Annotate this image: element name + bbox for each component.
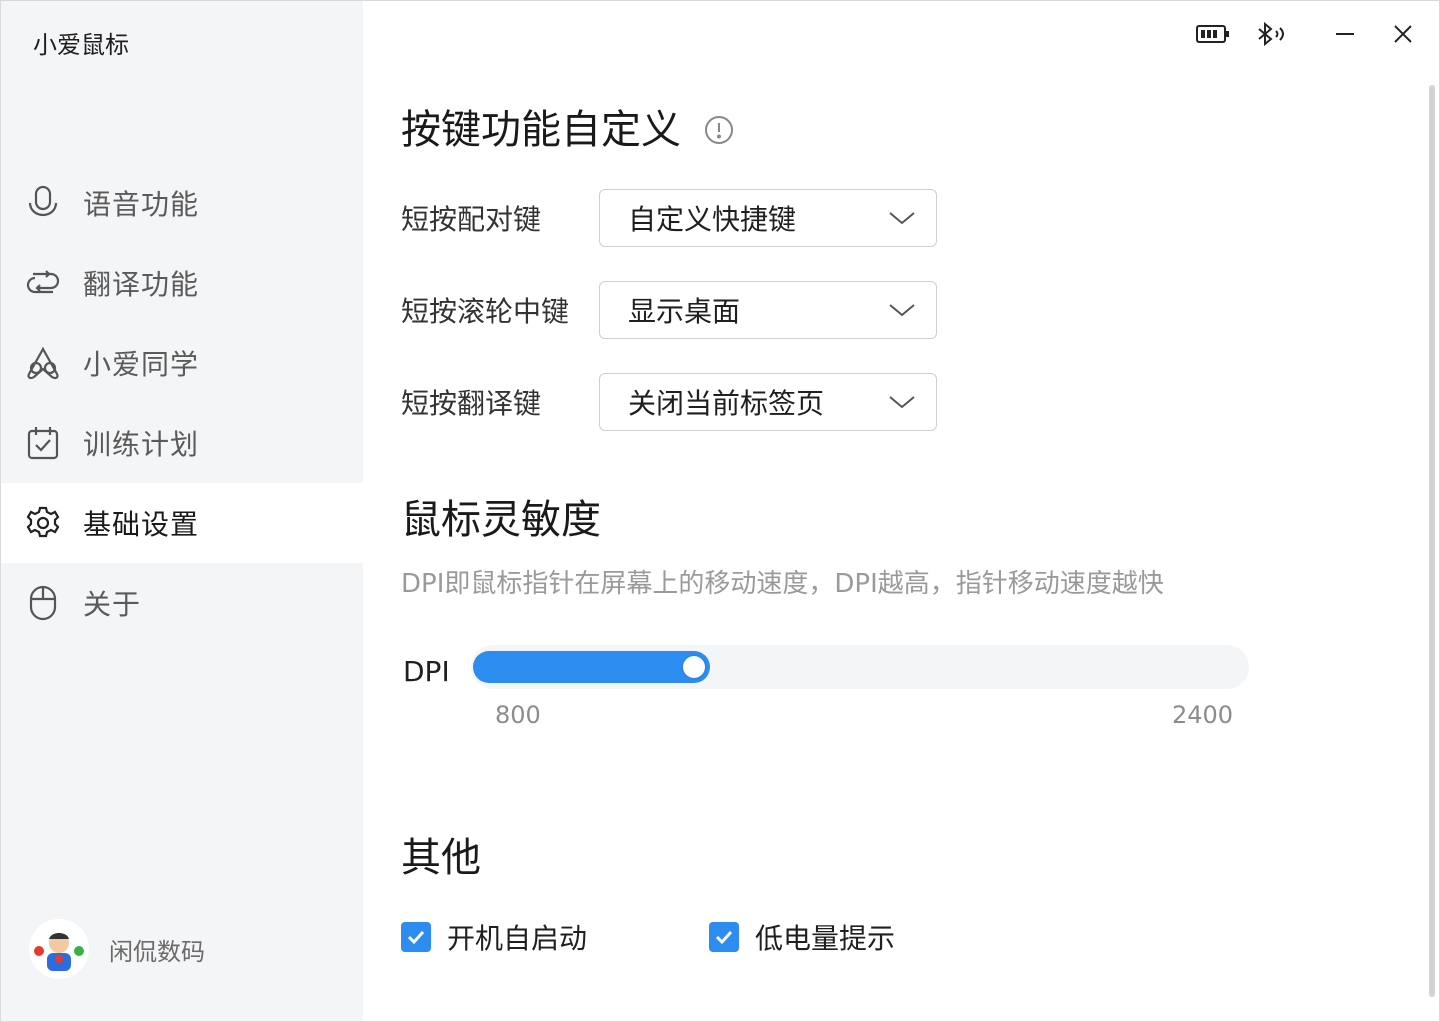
sidebar-item-settings[interactable]: 基础设置 [1, 483, 363, 563]
checkbox-checked-icon[interactable] [401, 922, 431, 952]
dpi-label: DPI [403, 655, 450, 688]
row-label: 短按滚轮中键 [401, 295, 570, 328]
wheel-key-select[interactable]: 显示桌面 [599, 281, 937, 339]
sensitivity-section-title: 鼠标灵敏度 [401, 497, 601, 543]
chevron-down-icon [889, 212, 915, 225]
checkbox-label: 开机自启动 [447, 922, 588, 955]
sidebar-item-about[interactable]: 关于 [1, 563, 363, 643]
avatar[interactable] [29, 919, 89, 979]
button-customize-section: 按键功能自定义 [401, 97, 734, 155]
setting-row-pair-key: 短按配对键 自定义快捷键 [401, 189, 937, 247]
select-value: 显示桌面 [628, 295, 741, 328]
chevron-down-icon [889, 396, 915, 409]
user-profile[interactable]: 闲侃数码 [29, 919, 205, 979]
xiaoai-icon [25, 345, 61, 381]
checkbox-checked-icon[interactable] [709, 922, 740, 952]
setting-row-wheel-key: 短按滚轮中键 显示桌面 [401, 281, 937, 339]
dpi-slider-fill [473, 651, 710, 683]
other-options: 开机自启动 低电量提示 [401, 917, 1017, 957]
app-title: 小爱鼠标 [33, 31, 129, 59]
checkbox-label: 低电量提示 [755, 922, 896, 955]
sidebar-item-label: 关于 [83, 588, 142, 621]
low-battery-checkbox[interactable]: 低电量提示 [709, 917, 895, 957]
sidebar-item-translate[interactable]: 翻译功能 [1, 243, 363, 323]
pair-key-select[interactable]: 自定义快捷键 [599, 189, 937, 247]
sidebar-item-voice[interactable]: 语音功能 [1, 163, 363, 243]
sidebar-item-label: 小爱同学 [83, 348, 200, 381]
select-value: 自定义快捷键 [628, 203, 797, 236]
translate-loop-icon [25, 265, 61, 301]
setting-row-translate-key: 短按翻译键 关闭当前标签页 [401, 373, 937, 431]
dpi-max-label: 2400 [1172, 701, 1234, 729]
settings-panel: 按键功能自定义 短按配对键 自定义快捷键 短按滚轮中键 显示桌面 短按翻译键 关… [401, 1, 1439, 1021]
chevron-down-icon [889, 304, 915, 317]
sidebar-item-label: 训练计划 [83, 428, 200, 461]
info-icon[interactable] [704, 109, 734, 155]
section-title: 按键功能自定义 [401, 107, 681, 153]
sidebar-item-label: 语音功能 [83, 188, 200, 221]
scrollbar[interactable] [1429, 85, 1435, 997]
translate-key-select[interactable]: 关闭当前标签页 [599, 373, 937, 431]
sidebar: 小爱鼠标 语音功能 翻译功能 小爱同学 训练计划 基础设置 关于 闲侃数码 [1, 1, 363, 1021]
other-section-title: 其他 [401, 835, 481, 881]
row-label: 短按翻译键 [401, 387, 542, 420]
gear-icon [25, 505, 61, 541]
sidebar-item-xiaoai[interactable]: 小爱同学 [1, 323, 363, 403]
app-window: 小爱鼠标 语音功能 翻译功能 小爱同学 训练计划 基础设置 关于 闲侃数码 按键… [0, 0, 1440, 1022]
sidebar-nav: 语音功能 翻译功能 小爱同学 训练计划 基础设置 关于 [1, 163, 363, 643]
select-value: 关闭当前标签页 [628, 387, 825, 420]
mouse-icon [25, 585, 61, 621]
calendar-check-icon [25, 425, 61, 461]
microphone-icon [25, 185, 61, 221]
sidebar-item-training[interactable]: 训练计划 [1, 403, 363, 483]
row-label: 短按配对键 [401, 203, 542, 236]
sidebar-item-label: 基础设置 [83, 508, 200, 541]
sidebar-item-label: 翻译功能 [83, 268, 200, 301]
dpi-slider-thumb[interactable] [683, 656, 705, 678]
sensitivity-description: DPI即鼠标指针在屏幕上的移动速度，DPI越高，指针移动速度越快 [401, 569, 1164, 599]
autostart-checkbox[interactable]: 开机自启动 [401, 917, 587, 957]
dpi-slider[interactable] [471, 645, 1249, 689]
user-name: 闲侃数码 [109, 937, 205, 966]
dpi-min-label: 800 [495, 701, 541, 729]
